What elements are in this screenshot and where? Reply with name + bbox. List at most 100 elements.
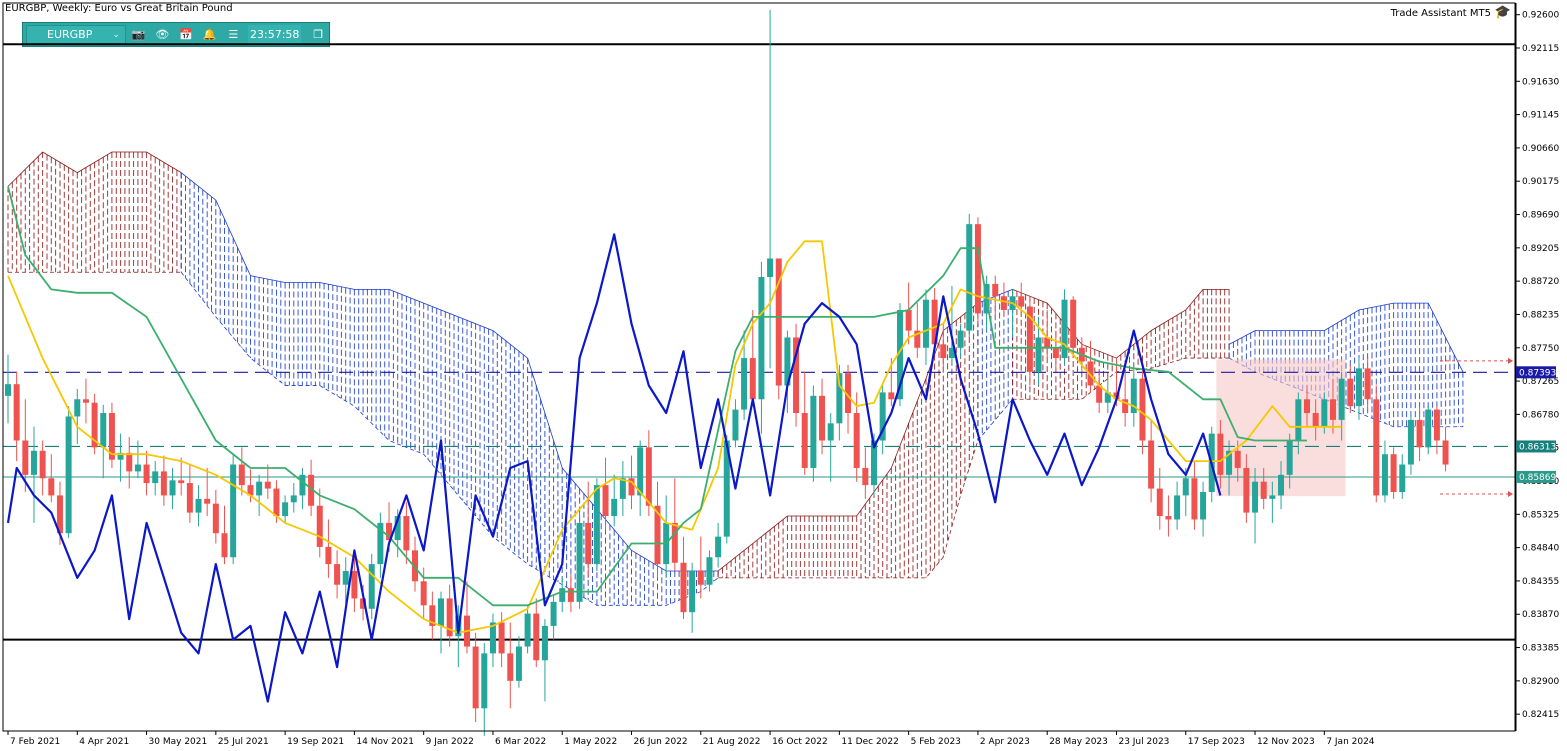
- candle: [1130, 364, 1137, 427]
- x-tick-label: 11 Dec 2022: [841, 737, 899, 747]
- candle: [489, 613, 496, 668]
- y-tick-label: 0.88720: [1522, 277, 1559, 287]
- y-tick-label: 0.89690: [1522, 211, 1559, 221]
- candle-body: [282, 502, 289, 517]
- candle: [481, 643, 488, 736]
- candle-body: [593, 485, 600, 565]
- candle: [602, 457, 609, 530]
- candle-body: [143, 464, 150, 484]
- candle: [1000, 282, 1007, 317]
- candle: [221, 505, 228, 565]
- candle-body: [195, 498, 202, 513]
- x-tick-label: 23 Jul 2023: [1118, 737, 1169, 747]
- y-tick-label: 0.88235: [1522, 310, 1559, 320]
- candle: [905, 282, 912, 345]
- candle-body: [671, 522, 678, 563]
- candle-body: [1355, 368, 1362, 407]
- candle-body: [550, 601, 557, 626]
- price-tag: 0.86313: [1516, 440, 1556, 453]
- candle: [290, 483, 297, 513]
- candle-body: [1304, 399, 1310, 414]
- y-tick-label: 0.91145: [1522, 111, 1559, 121]
- candle: [576, 509, 583, 609]
- candle-body: [169, 480, 176, 496]
- candle-body: [905, 309, 912, 331]
- candle-body: [230, 464, 237, 558]
- y-tick-label: 0.83870: [1522, 610, 1559, 620]
- candle-body: [1373, 399, 1380, 496]
- candle: [195, 485, 202, 527]
- x-tick-label: 21 Aug 2022: [703, 737, 761, 747]
- candle: [1442, 426, 1449, 472]
- x-tick-label: 9 Jan 2022: [426, 737, 474, 747]
- candle-body: [48, 478, 55, 496]
- candle-body: [862, 467, 869, 486]
- y-tick-label: 0.92600: [1522, 11, 1559, 21]
- candle: [1026, 296, 1033, 386]
- x-tick-label: 5 Feb 2023: [911, 737, 961, 747]
- candle: [715, 522, 722, 568]
- candle: [1165, 495, 1172, 537]
- candle-body: [1260, 481, 1267, 499]
- candle: [663, 495, 670, 578]
- candle-body: [541, 625, 548, 661]
- candle-body: [1052, 347, 1059, 359]
- candle-body: [974, 224, 981, 314]
- candle-body: [515, 646, 522, 681]
- candle: [801, 371, 808, 475]
- candle-body: [152, 471, 159, 484]
- candle-body: [810, 395, 817, 468]
- candle: [230, 454, 237, 565]
- candle: [30, 426, 37, 523]
- candle-body: [1338, 378, 1345, 420]
- candle: [1174, 481, 1181, 530]
- candle-body: [325, 546, 332, 565]
- candle-body: [221, 533, 228, 558]
- x-tick-label: 1 May 2022: [564, 737, 617, 747]
- y-tick-label: 0.84355: [1522, 577, 1559, 587]
- candle: [524, 605, 531, 654]
- candle-body: [853, 413, 860, 468]
- candle: [108, 402, 115, 468]
- y-tick-label: 0.83385: [1522, 644, 1559, 654]
- y-tick-label: 0.82900: [1522, 677, 1559, 687]
- candle-body: [1347, 378, 1354, 407]
- candle-body: [680, 562, 687, 613]
- candle-body: [767, 258, 774, 278]
- x-tick-label: 26 Jun 2022: [634, 737, 688, 747]
- candle: [5, 354, 11, 424]
- candle-body: [498, 622, 505, 654]
- candle-body: [827, 423, 834, 441]
- x-tick-label: 7 Feb 2021: [10, 737, 60, 747]
- candle-body: [689, 570, 696, 613]
- candle: [377, 512, 384, 578]
- candle: [212, 489, 219, 544]
- candle: [472, 632, 479, 723]
- candle-body: [134, 464, 141, 472]
- candle: [992, 275, 999, 317]
- candle-body: [1278, 474, 1285, 496]
- candle: [966, 213, 973, 338]
- candle-body: [420, 581, 427, 606]
- price-tag-label: 0.87393: [1519, 368, 1556, 378]
- candle-body: [30, 450, 37, 475]
- candle: [862, 447, 869, 499]
- candle-body: [1148, 440, 1155, 489]
- candle: [1364, 358, 1371, 414]
- candle-body: [1156, 488, 1163, 517]
- candle: [39, 440, 46, 496]
- candle-body: [524, 613, 531, 647]
- candle: [48, 454, 55, 503]
- y-tick-label: 0.91630: [1522, 77, 1559, 87]
- price-chart[interactable]: 0.92600 0.92115 0.91630 0.91145 0.90660 0.901…: [0, 0, 1567, 751]
- candle-body: [1018, 296, 1025, 307]
- candle-body: [204, 498, 211, 504]
- candle-body: [290, 495, 297, 503]
- candle-body: [126, 452, 133, 472]
- candle-body: [758, 277, 765, 400]
- y-tick-label: 0.90660: [1522, 144, 1559, 154]
- candle-body: [585, 522, 592, 565]
- candle: [143, 450, 150, 496]
- x-tick-label: 30 May 2021: [149, 737, 208, 747]
- candle: [1355, 358, 1362, 420]
